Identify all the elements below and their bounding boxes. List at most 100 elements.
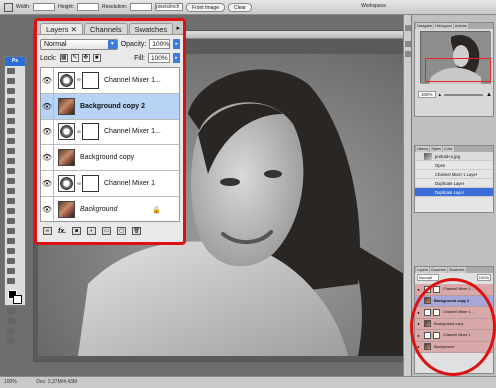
brush-tool-icon[interactable] bbox=[7, 138, 15, 144]
new-group-icon[interactable]: ▭ bbox=[102, 227, 112, 235]
path-select-tool-icon[interactable] bbox=[7, 228, 15, 234]
dodge-tool-icon[interactable] bbox=[7, 198, 15, 204]
navigator-tabs: Navigator Histogram Actions bbox=[415, 23, 493, 29]
history-item[interactable]: Open bbox=[415, 161, 493, 170]
layer-row-selected[interactable]: 👁 Background copy 2 bbox=[41, 93, 179, 120]
mini-blend-mode[interactable]: Normal bbox=[417, 274, 439, 281]
blur-tool-icon[interactable] bbox=[7, 188, 15, 194]
slice-tool-icon[interactable] bbox=[7, 118, 15, 124]
tab-layers[interactable]: Layers bbox=[416, 267, 429, 273]
tab-histogram[interactable]: Histogram bbox=[434, 23, 453, 29]
healing-tool-icon[interactable] bbox=[7, 128, 15, 134]
layer-row[interactable]: 👁 ∞ Channel Mixer 1... bbox=[41, 68, 179, 94]
lock-transparent-icon[interactable]: ▦ bbox=[59, 54, 68, 62]
blend-mode-select[interactable]: Normal ▾ bbox=[40, 38, 118, 50]
layer-row[interactable]: 👁 ∞ Channel Mixer 1... bbox=[41, 119, 179, 146]
resolution-unit-select[interactable]: pixels/inch bbox=[155, 3, 184, 11]
move-tool-icon[interactable] bbox=[7, 68, 15, 74]
zoom-out-icon[interactable]: ▴ bbox=[439, 92, 442, 98]
marquee-tool-icon[interactable] bbox=[7, 78, 15, 84]
eye-icon[interactable]: ● bbox=[415, 287, 422, 292]
stamp-tool-icon[interactable] bbox=[7, 148, 15, 154]
zoom-value[interactable]: 100% bbox=[418, 91, 436, 98]
fill-slider-arrow-icon[interactable]: ▸ bbox=[173, 53, 180, 63]
eye-icon[interactable]: 👁 bbox=[41, 127, 53, 136]
screen-mode-icon[interactable] bbox=[7, 328, 15, 334]
width-field[interactable] bbox=[33, 3, 56, 11]
crop-tool-icon[interactable] bbox=[4, 2, 13, 12]
opacity-input[interactable]: 100% bbox=[149, 39, 171, 49]
hand-tool-icon[interactable] bbox=[7, 268, 15, 274]
lasso-tool-icon[interactable] bbox=[7, 88, 15, 94]
adjustment-layer-icon bbox=[58, 123, 75, 141]
layer-row[interactable]: 👁 Background copy bbox=[41, 145, 179, 172]
options-bar: Width: Height: Resolution: pixels/inch F… bbox=[0, 0, 496, 15]
opacity-slider-arrow-icon[interactable]: ▸ bbox=[173, 39, 180, 49]
mini-opacity[interactable]: 100% bbox=[476, 274, 491, 281]
status-zoom[interactable]: 100% bbox=[4, 379, 17, 385]
pen-tool-icon[interactable] bbox=[7, 208, 15, 214]
gradient-tool-icon[interactable] bbox=[7, 178, 15, 184]
history-brush-tool-icon[interactable] bbox=[7, 158, 15, 164]
zoom-tool-icon[interactable] bbox=[7, 278, 15, 284]
workspace-menu[interactable]: Workspace bbox=[361, 3, 386, 9]
eye-icon[interactable]: 👁 bbox=[41, 179, 53, 188]
close-icon[interactable]: ✕ bbox=[71, 25, 77, 34]
tab-navigator[interactable]: Navigator bbox=[416, 23, 434, 29]
new-layer-icon[interactable]: ▢ bbox=[117, 227, 127, 235]
tab-layers[interactable]: Layers ✕ bbox=[40, 23, 83, 34]
layer-mask-thumbnail[interactable] bbox=[82, 123, 99, 141]
trash-icon[interactable]: 🗑 bbox=[132, 227, 142, 235]
navigator-thumbnail[interactable] bbox=[420, 31, 491, 84]
panel-menu-icon[interactable]: ▸ bbox=[176, 23, 180, 34]
add-mask-icon[interactable]: ◙ bbox=[72, 227, 82, 235]
tab-actions[interactable]: Actions bbox=[453, 23, 468, 29]
eye-icon[interactable]: 👁 bbox=[41, 153, 53, 162]
layer-row[interactable]: 👁 Background 🔒 bbox=[41, 196, 179, 223]
crop-tool-icon[interactable] bbox=[7, 108, 15, 114]
lock-position-icon[interactable]: ✥ bbox=[81, 54, 90, 62]
layer-style-icon[interactable]: fx. bbox=[58, 228, 66, 235]
eye-icon[interactable]: 👁 bbox=[41, 205, 53, 214]
layer-name: Channel Mixer 1... bbox=[104, 128, 161, 136]
lock-all-icon[interactable]: ■ bbox=[92, 54, 101, 62]
link-layers-icon[interactable]: ∞ bbox=[43, 227, 52, 235]
quick-mask-icon[interactable] bbox=[7, 308, 15, 314]
eyedropper-tool-icon[interactable] bbox=[7, 258, 15, 264]
lock-row: Lock: ▦ ✎ ✥ ■ Fill: 100% ▸ bbox=[37, 51, 183, 65]
zoom-in-icon[interactable]: ▲ bbox=[486, 92, 492, 98]
history-item-current[interactable]: Duplicate Layer bbox=[415, 188, 493, 197]
tab-channels[interactable]: Channels bbox=[429, 267, 447, 273]
magic-wand-tool-icon[interactable] bbox=[7, 98, 15, 104]
zoom-slider[interactable] bbox=[444, 93, 484, 96]
type-tool-icon[interactable] bbox=[7, 218, 15, 224]
tab-swatches[interactable]: Swatches bbox=[447, 267, 466, 273]
history-snapshot[interactable]: portrait-ru.jpg bbox=[415, 152, 493, 161]
layer-list: 👁 ∞ Channel Mixer 1... 👁 Background copy… bbox=[40, 67, 180, 223]
shape-tool-icon[interactable] bbox=[7, 238, 15, 244]
tab-channels[interactable]: Channels bbox=[83, 23, 128, 34]
layer-mask-thumbnail[interactable] bbox=[82, 175, 99, 193]
front-image-button[interactable]: Front Image bbox=[186, 2, 225, 12]
eraser-tool-icon[interactable] bbox=[7, 168, 15, 174]
standard-mode-icon[interactable] bbox=[7, 318, 15, 324]
resolution-field[interactable] bbox=[130, 3, 153, 11]
jump-to-imageready-icon[interactable] bbox=[7, 338, 15, 344]
snapshot-name: portrait-ru.jpg bbox=[435, 154, 460, 159]
layer-row[interactable]: 👁 ∞ Channel Mixer 1 bbox=[41, 171, 179, 197]
notes-tool-icon[interactable] bbox=[7, 248, 15, 254]
adjustment-layer-icon[interactable]: ◐ bbox=[87, 227, 97, 235]
height-field[interactable] bbox=[77, 3, 100, 11]
history-item[interactable]: Channel Mixer 1 Layer bbox=[415, 170, 493, 179]
eye-icon[interactable]: 👁 bbox=[41, 102, 53, 111]
clear-button[interactable]: Clear bbox=[228, 2, 252, 12]
eye-icon[interactable]: 👁 bbox=[41, 76, 53, 85]
view-box[interactable] bbox=[425, 58, 491, 82]
history-item[interactable]: Duplicate Layer bbox=[415, 179, 493, 188]
lock-image-icon[interactable]: ✎ bbox=[70, 54, 79, 62]
tab-swatches[interactable]: Swatches bbox=[128, 23, 174, 34]
layer-mask-thumbnail[interactable] bbox=[82, 71, 99, 89]
layers-panel: Layers ✕ Channels Swatches ▸ Normal ▾ Opa… bbox=[34, 18, 186, 245]
fill-input[interactable]: 100% bbox=[148, 53, 170, 63]
background-color-swatch[interactable] bbox=[13, 295, 22, 304]
